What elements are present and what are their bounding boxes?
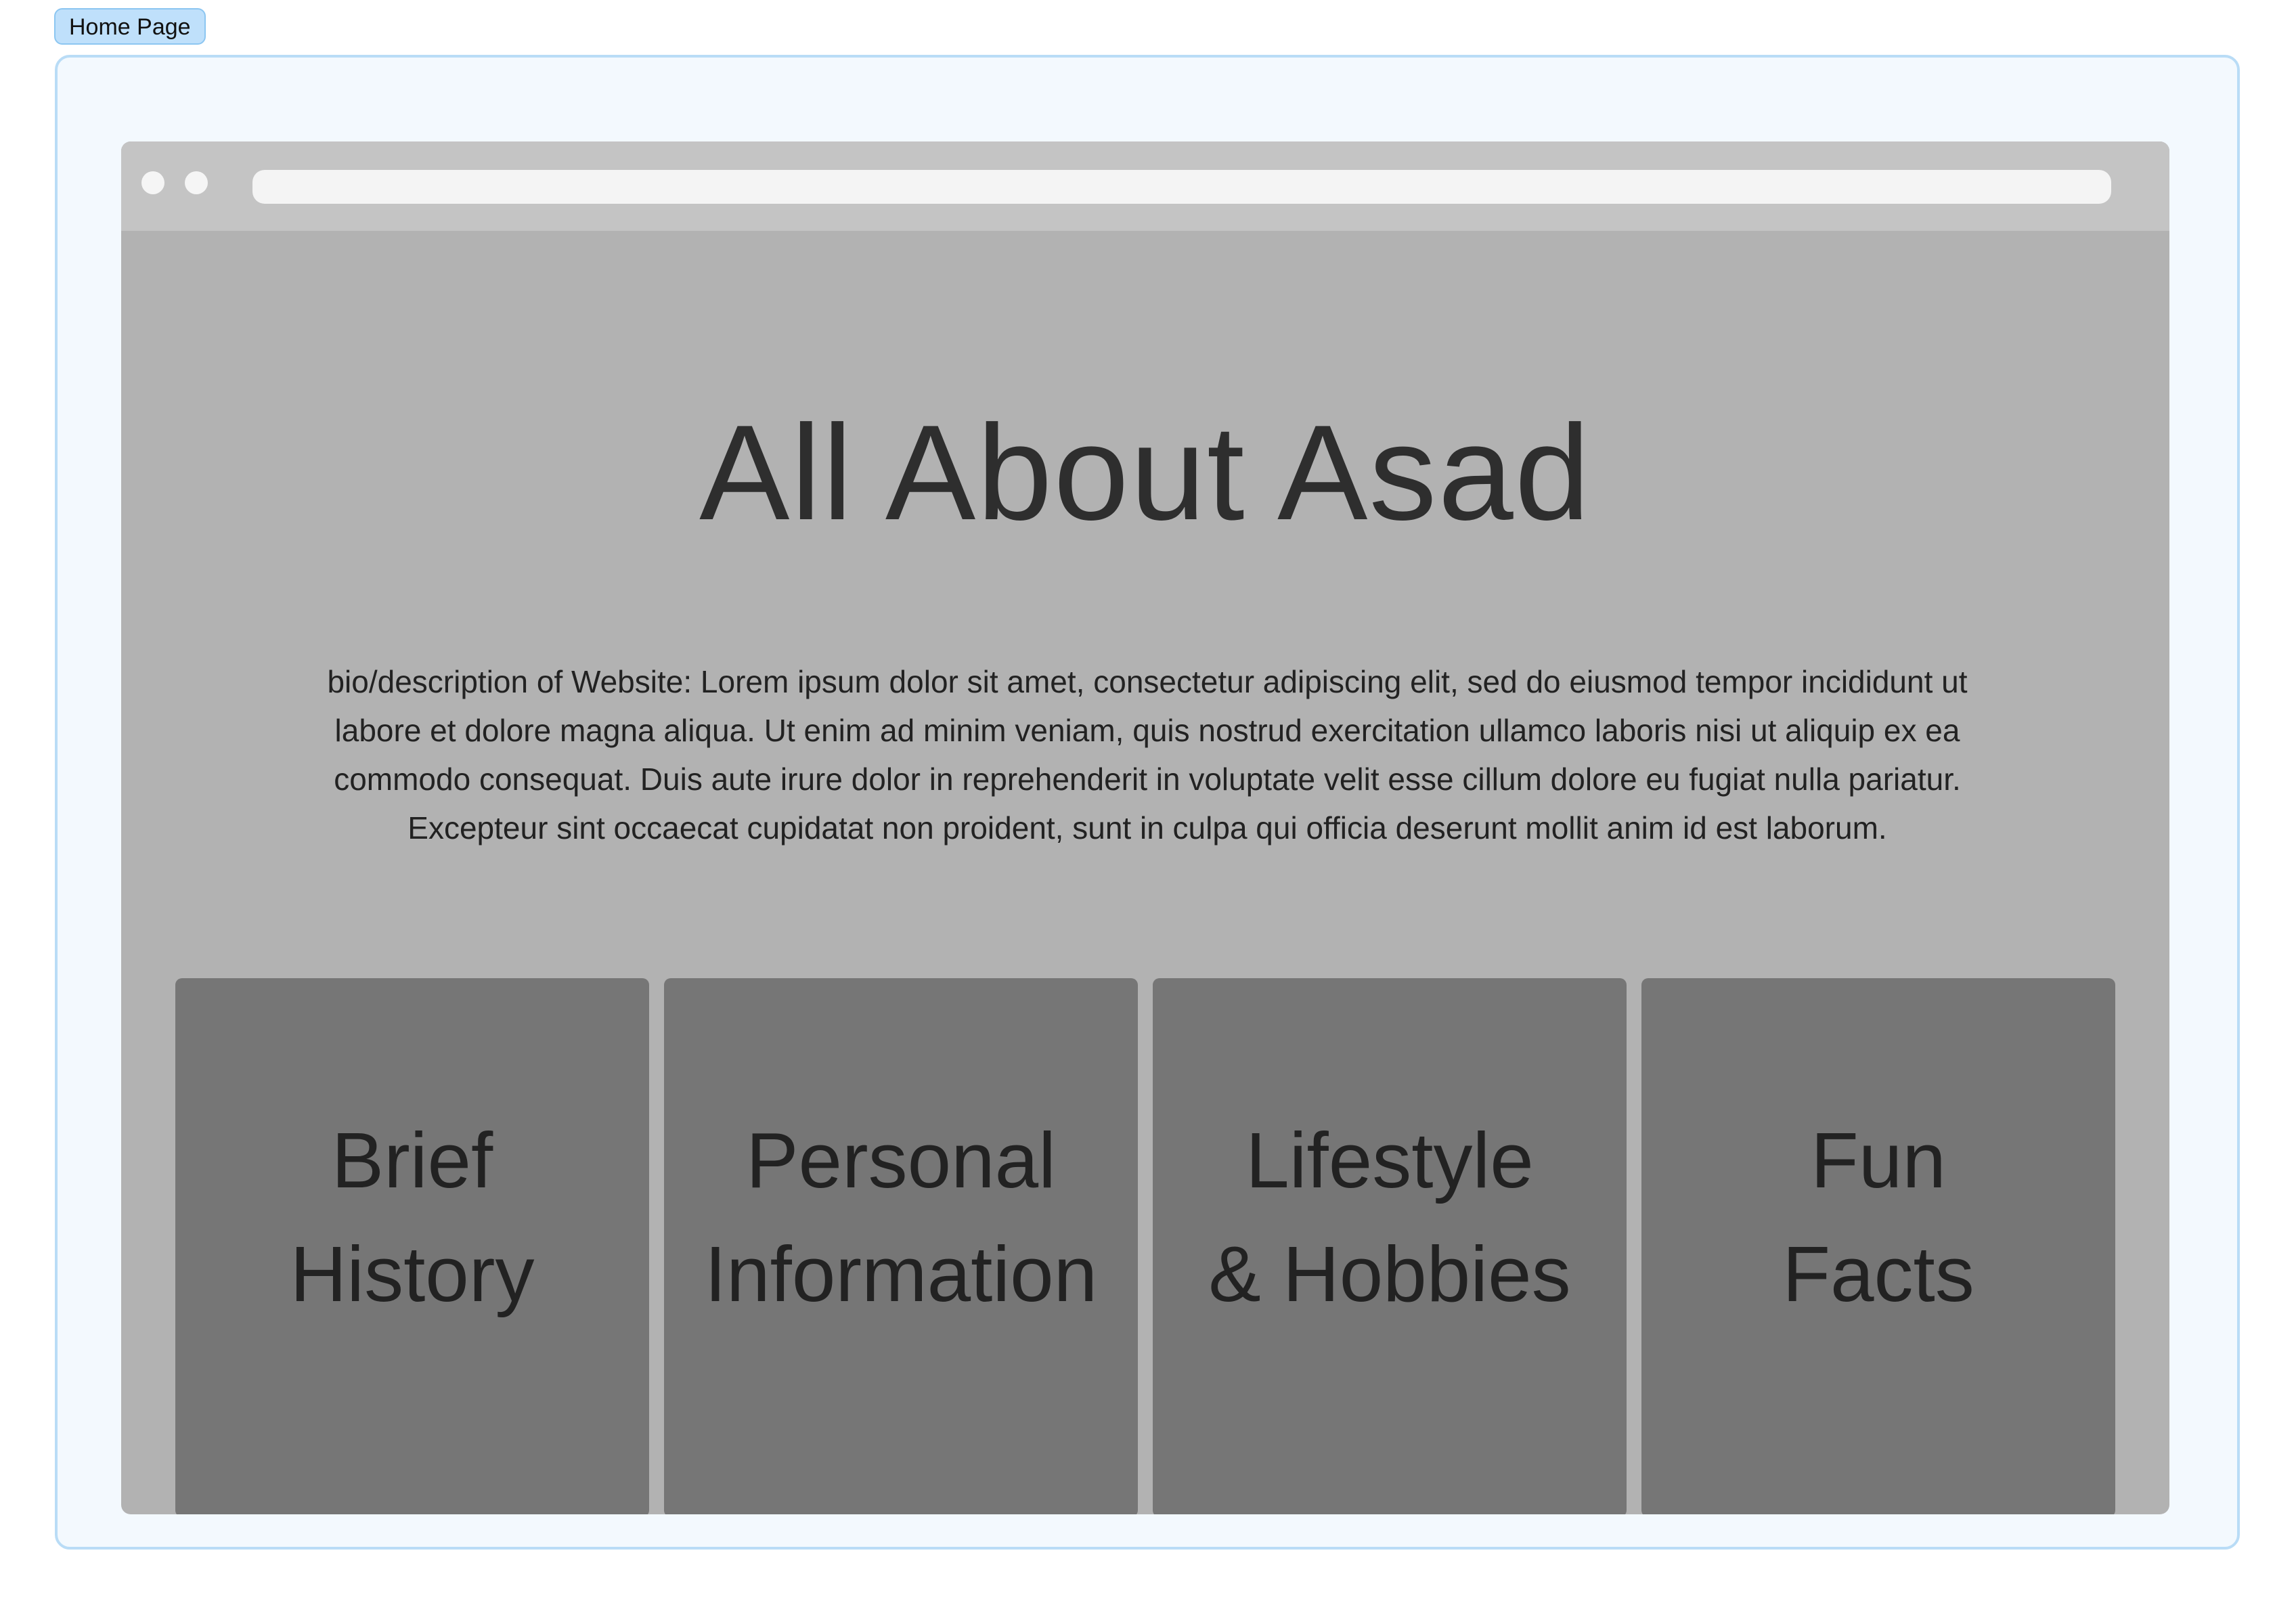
browser-mockup: All About Asad bio/description of Websit…: [121, 141, 2169, 1514]
page-title: All About Asad: [699, 397, 1591, 548]
card-lifestyle-hobbies[interactable]: Lifestyle & Hobbies: [1153, 978, 1627, 1514]
wireframe-frame: All About Asad bio/description of Websit…: [55, 55, 2240, 1550]
browser-toolbar: [121, 141, 2169, 231]
card-personal-information[interactable]: Personal Information: [664, 978, 1138, 1514]
window-dot-icon: [185, 171, 208, 194]
site-bio: bio/description of Website: Lorem ipsum …: [327, 664, 1968, 846]
card-label: Fun Facts: [1782, 1116, 1974, 1318]
card-label: Brief History: [290, 1116, 535, 1318]
address-bar[interactable]: [252, 170, 2111, 204]
frame-label[interactable]: Home Page: [54, 8, 206, 45]
window-dot-icon: [141, 171, 164, 194]
card-label: Lifestyle & Hobbies: [1208, 1116, 1571, 1318]
card-fun-facts[interactable]: Fun Facts: [1641, 978, 2115, 1514]
card-brief-history[interactable]: Brief History: [175, 978, 649, 1514]
section-cards: Brief History Personal Information Lifes…: [175, 978, 2117, 1514]
card-label: Personal Information: [704, 1116, 1098, 1318]
